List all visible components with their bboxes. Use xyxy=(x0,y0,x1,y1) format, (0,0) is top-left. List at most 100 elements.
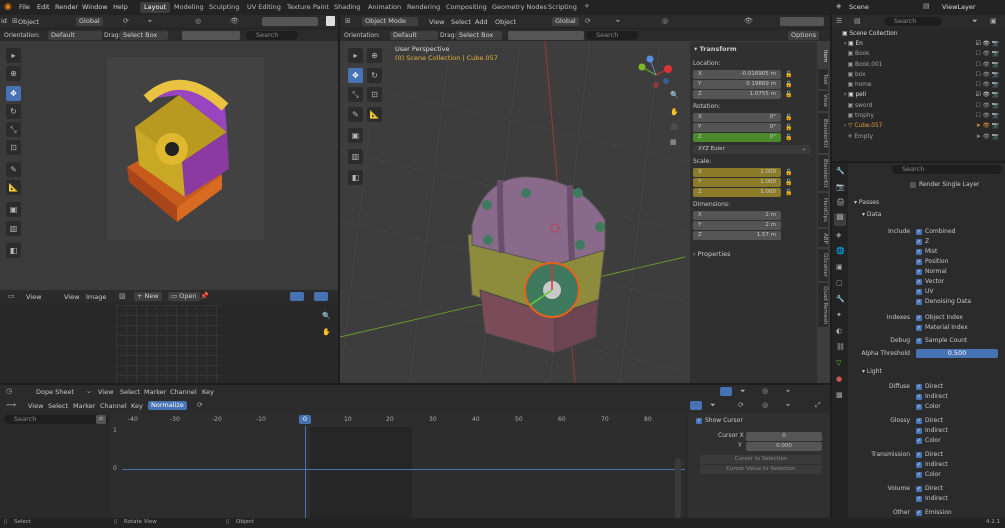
checkbox[interactable]: ✓ xyxy=(916,288,922,295)
image-menu[interactable]: Image xyxy=(86,293,106,301)
options-dropdown[interactable]: Options xyxy=(788,31,820,40)
location-y-field[interactable]: Y 0.19869 m xyxy=(693,80,781,89)
graph-select-menu[interactable]: Select xyxy=(48,402,68,410)
drag-dropdown[interactable]: Select Box xyxy=(456,31,502,40)
pass-uv[interactable]: ✓ UV xyxy=(916,287,971,297)
light-subheader[interactable]: ▾ Light xyxy=(862,367,882,377)
normalize-toggle[interactable]: Normalize xyxy=(148,401,187,410)
graph-key-menu[interactable]: Key xyxy=(131,402,143,410)
visibility-icons[interactable]: ➤ 👁 📷 xyxy=(976,132,999,142)
transform-header[interactable]: ▾ Transform xyxy=(694,45,737,53)
checkbox[interactable]: ✓ xyxy=(916,451,922,458)
rotation-mode-dropdown[interactable]: XYZ Euler ⌄ xyxy=(693,145,811,154)
editor-type-icon[interactable]: ⊞ xyxy=(345,17,351,25)
visibility-icons[interactable]: ☑ 👁 📷 xyxy=(976,90,999,100)
visibility-icons[interactable]: ☑ 👁 📷 xyxy=(976,39,999,49)
transform-tool[interactable]: ⊡ xyxy=(367,87,382,102)
proportional-icon[interactable]: ◎ xyxy=(762,387,768,395)
outliner-item[interactable]: › ▣ En ☑ 👁 📷 xyxy=(832,39,1005,49)
checkbox[interactable]: ✓ xyxy=(916,268,922,275)
outliner[interactable]: ☰ ▤ Search ⏷ ▣ ▣ Scene Collection › ▣ En… xyxy=(832,15,1005,161)
workspace-tab-compositing[interactable]: Compositing xyxy=(442,2,491,13)
checkbox[interactable]: ✓ xyxy=(916,417,922,424)
proportional-icon[interactable]: ◎ xyxy=(762,401,768,409)
workspace-tab-rendering[interactable]: Rendering xyxy=(403,2,444,13)
visibility-icons[interactable]: ☐ 👁 📷 xyxy=(976,80,999,90)
visibility-icon[interactable]: 👁 xyxy=(230,17,239,25)
pass-diffuse-color[interactable]: ✓ Color xyxy=(916,402,948,412)
extrude-tool[interactable]: ◧ xyxy=(348,170,363,185)
lock-icon[interactable]: 🔓 xyxy=(785,91,792,98)
checkbox[interactable]: ✓ xyxy=(916,495,922,502)
workspace-tab-uv-editing[interactable]: UV Editing xyxy=(243,2,285,13)
properties-header[interactable]: › Properties xyxy=(693,250,731,258)
shading-modes[interactable] xyxy=(262,17,318,26)
properties-editor[interactable]: 🔧 📷 🖨 ▤ ◈ 🌐 ▣ ▢ 🔧 ✦ ◐ ⛓ ▽ ● ▩ Search Ren… xyxy=(832,163,1005,518)
viewlayer-icon[interactable]: ▤ xyxy=(923,2,930,10)
outliner-item[interactable]: › ▣ pell ☑ 👁 📷 xyxy=(832,90,1005,100)
rotate-tool[interactable]: ↻ xyxy=(6,104,21,119)
mode-dropdown[interactable]: Dope Sheet xyxy=(36,388,74,396)
editor-type-icon[interactable]: ▭ xyxy=(8,292,15,300)
checkbox[interactable]: ✓ xyxy=(916,461,922,468)
camera-icon[interactable]: 🎥 xyxy=(670,123,679,131)
npanel-tab-blenderkit[interactable]: BlenderKit xyxy=(818,113,828,153)
constraints-tab-icon[interactable]: ⛓ xyxy=(836,343,845,351)
snap-icon[interactable]: ⌖ xyxy=(616,17,620,26)
snap-icon[interactable]: ⌖ xyxy=(786,387,790,396)
pan-hand-icon[interactable]: ✋ xyxy=(670,108,679,116)
menu-render[interactable]: Render xyxy=(55,3,78,11)
menu-window[interactable]: Window xyxy=(82,3,108,11)
rotation-z-field[interactable]: Z 0° xyxy=(693,133,781,142)
dimension-y-field[interactable]: Y 2 m xyxy=(693,221,781,230)
checkbox[interactable]: ✓ xyxy=(916,324,922,331)
transform-tool[interactable]: ⊡ xyxy=(6,140,21,155)
menu-file[interactable]: File xyxy=(19,3,30,11)
checkbox[interactable]: ✓ xyxy=(916,337,922,344)
ortho-grid-icon[interactable]: ▦ xyxy=(670,138,677,146)
npanel-tab-view[interactable]: View xyxy=(818,91,828,111)
render-single-layer-row[interactable]: Render Single Layer xyxy=(910,180,979,190)
passes-header[interactable]: ▾ Passes xyxy=(854,198,879,208)
navigation-gizmo[interactable] xyxy=(636,55,676,95)
pan-hand-icon[interactable]: ✋ xyxy=(322,328,331,336)
npanel-tab-blenderkit-2[interactable]: BlenderKit xyxy=(818,155,828,191)
workspace-tab-scripting[interactable]: Scripting xyxy=(544,2,581,13)
npanel-tab-tool[interactable]: Tool xyxy=(818,69,828,89)
transform-space-dropdown[interactable]: Global xyxy=(552,17,579,26)
checkbox[interactable]: ✓ xyxy=(916,314,922,321)
normalize-icon[interactable]: ⤢ xyxy=(815,401,821,410)
dope-sheet[interactable]: ◷ Dope Sheet ⌄ View Select Marker Channe… xyxy=(0,385,830,518)
only-selected-toggle[interactable] xyxy=(690,401,702,410)
viewport-object-menu[interactable]: Object xyxy=(495,18,516,26)
checkbox[interactable]: ✓ xyxy=(916,238,922,245)
workspace-tab-layout[interactable]: Layout xyxy=(140,2,171,13)
select-tool[interactable]: ▸ xyxy=(6,48,21,63)
add-cube-tool[interactable]: ▣ xyxy=(348,128,363,143)
checkbox[interactable]: ✓ xyxy=(916,471,922,478)
pass-position[interactable]: ✓ Position xyxy=(916,257,971,267)
outliner-item[interactable]: ▣ sword ☐ 👁 📷 xyxy=(832,101,1005,111)
location-z-field[interactable]: Z 1.0755 m xyxy=(693,90,781,99)
overlay-toggle[interactable] xyxy=(314,292,328,301)
visibility-icons[interactable]: ☐ 👁 📷 xyxy=(976,111,999,121)
orientation-dropdown[interactable]: Default xyxy=(390,31,438,40)
filter-icon[interactable]: ⏷ xyxy=(972,17,978,26)
cursor-y-field[interactable]: 0.000 xyxy=(746,442,822,451)
pass-transmission-indirect[interactable]: ✓ Indirect xyxy=(916,460,948,470)
outliner-item[interactable]: ▣ trophy ☐ 👁 📷 xyxy=(832,111,1005,121)
add-cube-tool[interactable]: ▣ xyxy=(6,202,21,217)
workspace-tab-sculpting[interactable]: Sculpting xyxy=(205,2,243,13)
output-tab-icon[interactable]: 🖨 xyxy=(836,198,845,206)
drag-dropdown[interactable]: Select Box xyxy=(120,31,168,40)
cursor-x-field[interactable]: 0 xyxy=(746,432,822,441)
outliner-search-input[interactable]: Search xyxy=(884,17,942,26)
gizmo-toggle[interactable] xyxy=(290,292,304,301)
dope-select-menu[interactable]: Select xyxy=(120,388,140,396)
object-tab-icon[interactable]: ▢ xyxy=(836,279,843,287)
dope-channel-menu[interactable]: Channel xyxy=(170,388,197,396)
checkbox[interactable]: ✓ xyxy=(916,258,922,265)
outliner-item[interactable]: ▣ Book.001 ☐ 👁 📷 xyxy=(832,60,1005,70)
annotate-tool[interactable]: ✎ xyxy=(6,162,21,177)
npanel-tab-item[interactable]: Item xyxy=(818,45,828,67)
